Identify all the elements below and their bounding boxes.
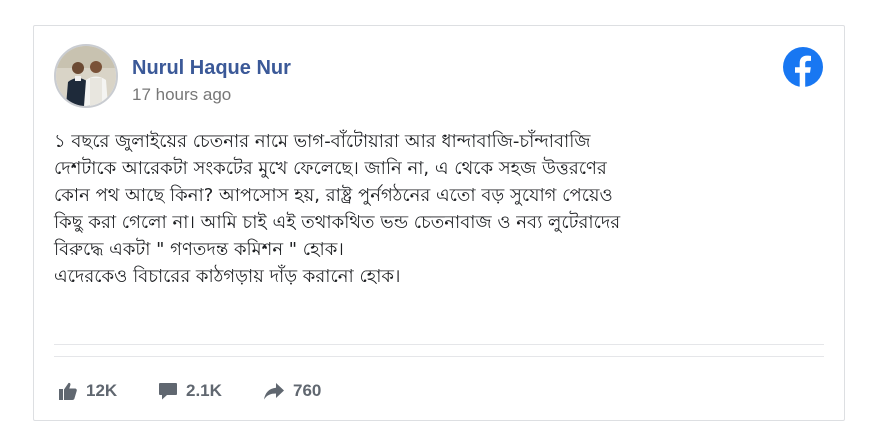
- share-count: 760: [293, 381, 322, 400]
- comment-count-button[interactable]: 2.1K: [158, 376, 222, 406]
- facebook-post-card: Nurul Haque Nur 17 hours ago ১ বছরে জুলা…: [33, 25, 845, 421]
- post-text-line: এদেরকেও বিচারের কাঠগড়ায় দাঁড় করানো হো…: [54, 266, 401, 287]
- share-arrow-icon: [263, 381, 285, 401]
- avatar-photo: [56, 46, 116, 106]
- comment-bubble-icon: [158, 381, 178, 401]
- post-text-line: বিরুদ্ধে একটা " গণতদন্ত কমিশন " হোক।: [54, 239, 344, 260]
- post-text-line: কিছু করা গেলো না। আমি চাই এই তথাকথিত ভন্…: [54, 212, 621, 233]
- post-text-line: ১ বছরে জুলাইয়ের চেতনার নামে ভাগ-বাঁটোয়…: [54, 131, 591, 152]
- post-text-line: কোন পথ আছে কিনা? আপসোস হয়, রাষ্ট্র পুর্…: [54, 185, 613, 206]
- comment-count: 2.1K: [186, 381, 222, 400]
- share-count-button[interactable]: 760: [263, 376, 321, 406]
- post-header: Nurul Haque Nur 17 hours ago: [54, 44, 824, 110]
- divider: [54, 356, 824, 357]
- author-name[interactable]: Nurul Haque Nur: [132, 57, 291, 80]
- like-count-button[interactable]: 12K: [58, 376, 117, 406]
- post-text-line: দেশটাকে আরেকটা সংকটের মুখে ফেলেছে। জানি …: [54, 158, 607, 179]
- post-timestamp[interactable]: 17 hours ago: [132, 85, 231, 105]
- author-avatar[interactable]: [54, 44, 118, 108]
- facebook-logo-icon: [782, 46, 824, 88]
- post-text: ১ বছরে জুলাইয়ের চেতনার নামে ভাগ-বাঁটোয়…: [54, 128, 814, 290]
- divider: [54, 344, 824, 345]
- thumbs-up-icon: [58, 381, 78, 401]
- like-count: 12K: [86, 381, 118, 400]
